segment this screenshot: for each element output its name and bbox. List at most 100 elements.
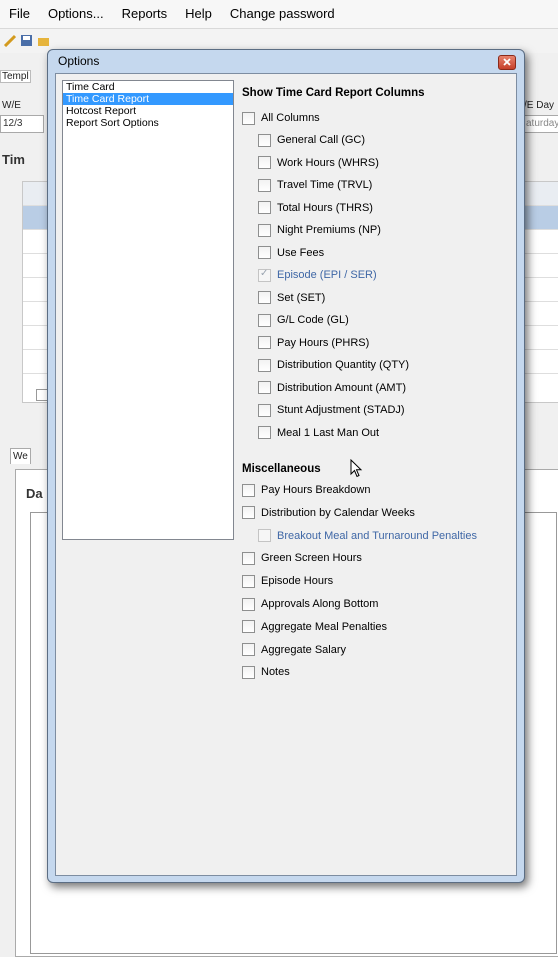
option-row[interactable]: G/L Code (GL) (258, 313, 349, 327)
checkmark-icon: ✓ (260, 267, 269, 279)
dialog-content: Time Card Time Card Report Hotcost Report R… (55, 73, 517, 876)
option-checkbox[interactable] (242, 643, 255, 657)
all-columns-label: All Columns (261, 112, 320, 124)
option-checkbox[interactable] (258, 178, 271, 192)
mouse-pointer-icon (350, 459, 363, 478)
option-row[interactable]: Aggregate Meal Penalties (242, 620, 387, 634)
option-label: Work Hours (WHRS) (277, 156, 379, 169)
options-category-list[interactable]: Time Card Time Card Report Hotcost Report R… (62, 80, 234, 540)
option-row[interactable]: Pay Hours (PHRS) (258, 336, 369, 350)
option-row[interactable]: Travel Time (TRVL) (258, 178, 372, 192)
options-dialog: Options Time Card Time Card Report Hotcost… (47, 49, 525, 883)
option-row: Breakout Meal and Turnaround Penalties (258, 529, 477, 543)
option-checkbox[interactable] (258, 426, 271, 439)
tab-week[interactable]: We (10, 448, 31, 464)
option-label: Set (SET) (277, 291, 326, 304)
close-icon (503, 58, 511, 66)
option-row[interactable]: Set (SET) (258, 291, 325, 305)
save-icon[interactable] (20, 34, 33, 47)
option-checkbox[interactable] (258, 156, 271, 169)
menu-options[interactable]: Options... (39, 0, 113, 28)
we-day-label: /E Day (524, 100, 555, 111)
option-row[interactable]: Notes (242, 665, 290, 679)
option-label: Breakout Meal and Turnaround Penalties (277, 529, 477, 542)
columns-section-title: Show Time Card Report Columns (242, 87, 425, 99)
we-label: W/E (2, 100, 21, 111)
option-label: Stunt Adjustment (STADJ) (277, 404, 405, 416)
option-label: Distribution Quantity (QTY) (277, 359, 410, 371)
menu-change-password[interactable]: Change password (221, 0, 344, 28)
misc-section-title: Miscellaneous (242, 463, 321, 475)
option-checkbox[interactable] (258, 201, 271, 214)
option-label: Use Fees (277, 246, 325, 259)
option-checkbox[interactable] (258, 246, 271, 259)
option-label: G/L Code (GL) (277, 314, 349, 326)
nav-item[interactable]: Hotcost Report (63, 105, 233, 117)
we-date-field[interactable]: 12/3 (0, 115, 44, 133)
option-row[interactable]: Episode Hours (242, 574, 333, 588)
option-checkbox[interactable] (258, 403, 271, 417)
settings-panel: Show Time Card Report Columns All Column… (242, 74, 512, 774)
option-checkbox[interactable] (242, 506, 255, 520)
option-checkbox[interactable] (242, 665, 255, 679)
option-row[interactable]: Stunt Adjustment (STADJ) (258, 403, 405, 417)
we-day-field: aturday (523, 115, 558, 133)
dialog-title: Options (58, 54, 100, 68)
nav-item[interactable]: Time Card (63, 81, 233, 93)
option-label: Night Premiums (NP) (277, 224, 381, 236)
menu-bar: File Options... Reports Help Change pass… (0, 0, 558, 29)
option-row[interactable]: Meal 1 Last Man Out (258, 426, 379, 440)
option-label: Approvals Along Bottom (261, 598, 379, 610)
option-row[interactable]: Approvals Along Bottom (242, 597, 378, 611)
folder-icon[interactable] (37, 34, 50, 47)
menu-help[interactable]: Help (176, 0, 221, 28)
option-label: Meal 1 Last Man Out (277, 426, 380, 439)
option-checkbox[interactable] (258, 358, 271, 372)
menu-reports[interactable]: Reports (113, 0, 177, 28)
option-label: Distribution by Calendar Weeks (261, 506, 415, 519)
option-checkbox: ✓ (258, 267, 271, 282)
option-row[interactable]: Distribution by Calendar Weeks (242, 506, 415, 520)
option-row[interactable]: Green Screen Hours (242, 551, 362, 565)
option-row[interactable]: Work Hours (WHRS) (258, 156, 379, 170)
option-row[interactable]: Night Premiums (NP) (258, 223, 381, 237)
nav-item[interactable]: Time Card Report (63, 93, 233, 105)
option-checkbox[interactable] (242, 574, 255, 588)
option-label: Episode Hours (261, 575, 334, 588)
template-tab[interactable]: Templ (0, 70, 31, 83)
close-button[interactable] (498, 55, 516, 70)
option-row[interactable]: Total Hours (THRS) (258, 201, 373, 215)
option-checkbox[interactable] (242, 483, 255, 497)
option-row[interactable]: Distribution Quantity (QTY) (258, 358, 409, 372)
option-label: Pay Hours Breakdown (261, 484, 371, 496)
option-checkbox[interactable] (258, 291, 271, 304)
option-checkbox[interactable] (258, 133, 271, 147)
option-row[interactable]: General Call (GC) (258, 133, 365, 147)
option-checkbox[interactable] (242, 597, 255, 611)
nav-item[interactable]: Report Sort Options (63, 117, 233, 129)
option-label: Travel Time (TRVL) (277, 179, 373, 191)
option-label: Aggregate Meal Penalties (261, 620, 387, 633)
menu-file[interactable]: File (0, 0, 39, 28)
option-checkbox[interactable] (242, 551, 255, 565)
option-checkbox[interactable] (258, 223, 271, 237)
option-row[interactable]: Pay Hours Breakdown (242, 483, 370, 497)
option-checkbox[interactable] (258, 336, 271, 349)
dialog-titlebar[interactable]: Options (48, 50, 524, 72)
option-row[interactable]: Distribution Amount (AMT) (258, 381, 406, 395)
option-row: ✓ Episode (EPI / SER) (258, 268, 377, 282)
option-label: Notes (261, 666, 290, 679)
all-columns-checkbox[interactable] (242, 111, 255, 125)
option-label: Green Screen Hours (261, 552, 362, 565)
pencil-icon[interactable] (3, 34, 16, 47)
option-label: Episode (EPI / SER) (277, 269, 377, 281)
option-row[interactable]: Aggregate Salary (242, 643, 346, 657)
lower-heading: Da (26, 486, 43, 501)
timecards-heading: Tim (2, 152, 25, 167)
option-checkbox[interactable] (258, 381, 271, 394)
option-checkbox[interactable] (242, 620, 255, 634)
option-label: General Call (GC) (277, 134, 366, 146)
option-row[interactable]: Use Fees (258, 246, 324, 260)
all-columns-option[interactable]: All Columns (242, 111, 320, 125)
option-checkbox[interactable] (258, 313, 271, 327)
